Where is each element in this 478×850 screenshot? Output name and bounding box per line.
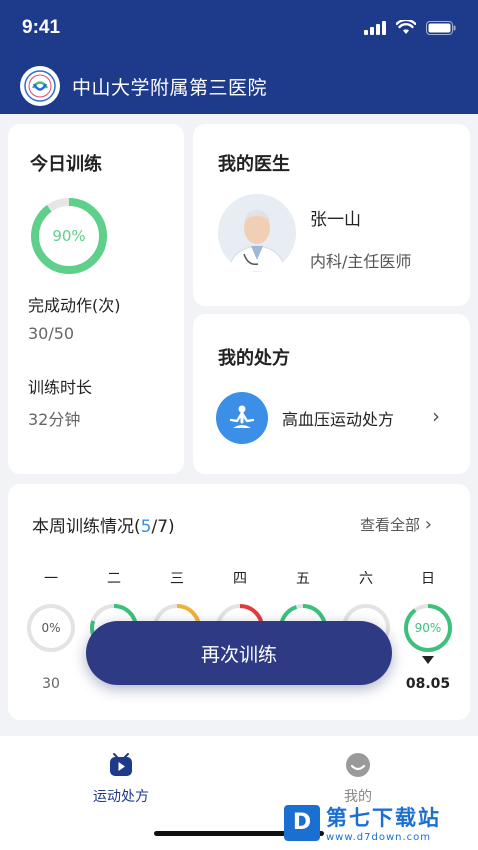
- weekly-done-count: 5: [140, 517, 152, 537]
- smile-face-icon: [345, 752, 371, 778]
- status-time: 9:41: [22, 17, 61, 38]
- doctor-avatar[interactable]: [218, 194, 296, 272]
- tab-mine[interactable]: 我的: [308, 752, 408, 806]
- tab-exercise-prescription[interactable]: 运动处方: [71, 752, 171, 806]
- hospital-name: 中山大学附属第三医院: [72, 76, 268, 99]
- view-all-link[interactable]: 查看全部 ›: [360, 514, 432, 535]
- weekly-title-suffix: /7): [151, 517, 175, 537]
- today-marker-icon: [422, 656, 434, 664]
- prescription-name[interactable]: 高血压运动处方: [282, 406, 394, 430]
- doctor-name: 张一山: [310, 210, 361, 230]
- weekly-title-prefix: 本周训练情况(: [32, 517, 141, 537]
- day-column[interactable]: 日 90% 08.05: [402, 568, 454, 692]
- signal-icon: [364, 20, 386, 35]
- actions-label: 完成动作(次): [28, 296, 121, 315]
- watermark-logo-icon: D: [284, 804, 320, 841]
- day-label: 五: [296, 571, 310, 587]
- battery-icon: [426, 20, 456, 35]
- day-date: 30: [42, 676, 60, 692]
- day-progress-ring: 90%: [402, 602, 454, 654]
- meditation-icon: [216, 392, 268, 444]
- today-progress-label: 90%: [52, 227, 86, 245]
- watermark-sub-text: www.d7down.com: [326, 832, 432, 843]
- chevron-right-icon[interactable]: ›: [432, 404, 440, 428]
- day-date: 08.05: [405, 676, 451, 692]
- app-header: 中山大学附属第三医院: [0, 58, 478, 114]
- my-prescription-title: 我的处方: [218, 348, 290, 369]
- play-icon: [108, 752, 134, 778]
- retrain-button[interactable]: 再次训练: [86, 621, 392, 685]
- site-watermark: D 第七下载站 www.d7down.com: [284, 802, 441, 843]
- day-label: 三: [170, 571, 184, 587]
- actions-value: 30/50: [28, 324, 75, 343]
- view-all-chevron-icon: ›: [424, 514, 432, 535]
- day-progress-ring: 0%: [25, 602, 77, 654]
- doctor-role: 内科/主任医师: [310, 252, 412, 271]
- status-bar: 9:41: [0, 0, 478, 58]
- day-label: 一: [44, 571, 58, 587]
- hospital-logo-icon: [20, 66, 60, 106]
- tab-label-exercise: 运动处方: [93, 789, 149, 805]
- view-all-label: 查看全部: [360, 516, 421, 534]
- day-progress-label: 0%: [41, 621, 61, 635]
- day-label: 四: [233, 571, 247, 587]
- day-column[interactable]: 一 0% 30: [25, 568, 77, 692]
- day-label: 二: [107, 571, 121, 587]
- my-doctor-title: 我的医生: [218, 154, 290, 175]
- duration-value: 32分钟: [28, 410, 81, 429]
- day-label: 六: [359, 571, 373, 587]
- today-training-title: 今日训练: [30, 154, 102, 175]
- wifi-icon: [396, 20, 416, 34]
- today-progress-ring: 90%: [29, 196, 109, 276]
- watermark-main-text: 第七下载站: [326, 806, 441, 830]
- day-progress-label: 90%: [414, 621, 442, 635]
- day-label: 日: [421, 571, 435, 587]
- duration-label: 训练时长: [28, 378, 93, 397]
- status-icons: [364, 20, 456, 35]
- weekly-title: 本周训练情况(5/7): [32, 512, 175, 537]
